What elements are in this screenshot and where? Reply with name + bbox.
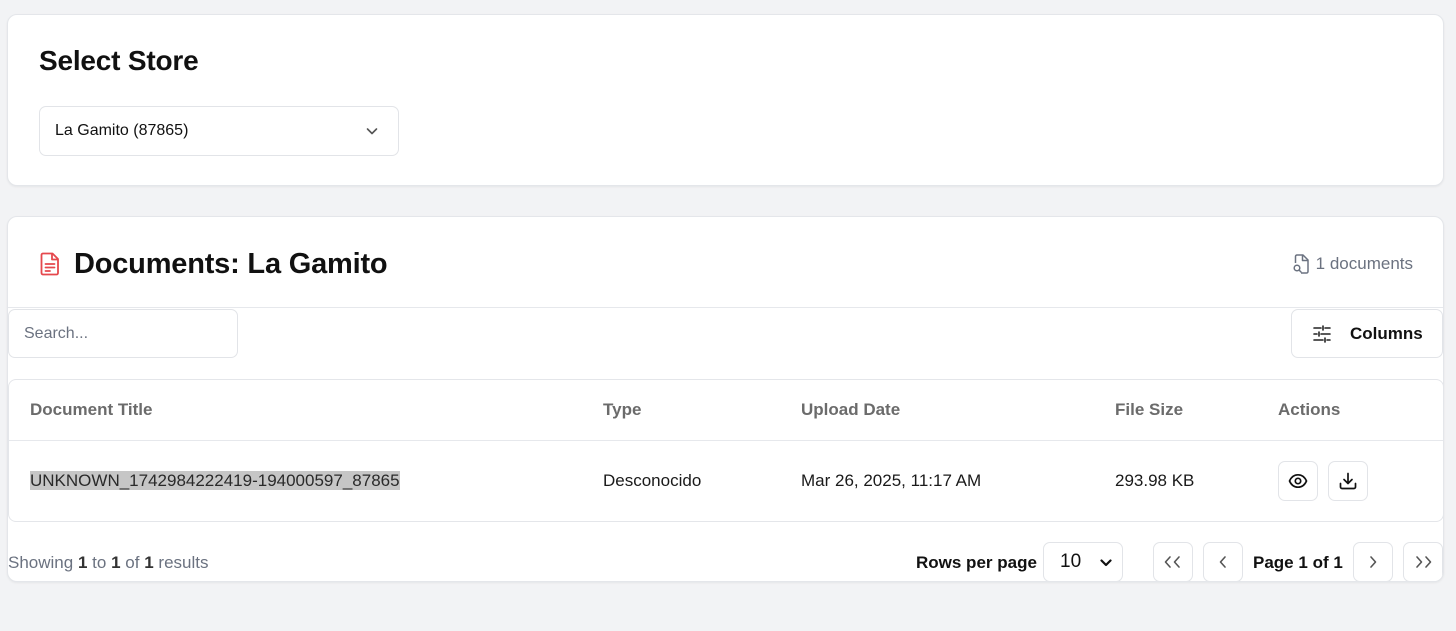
results-to-word: to: [92, 553, 107, 572]
store-section-title: Select Store: [39, 45, 199, 76]
column-header-actions: Actions: [1278, 380, 1443, 441]
columns-button[interactable]: Columns: [1291, 309, 1443, 358]
documents-table: Document Title Type Upload Date File Siz…: [9, 380, 1443, 521]
chevron-left-icon: [1219, 556, 1226, 568]
rows-per-page-select[interactable]: 10: [1043, 542, 1123, 581]
total-pages: 1: [1333, 553, 1343, 572]
document-file-size-cell: 293.98 KB: [1115, 470, 1195, 490]
store-select-dropdown[interactable]: La Gamito (87865): [39, 106, 399, 156]
rows-per-page-label: Rows per page: [916, 553, 1037, 572]
results-summary: Showing 1 to 1 of 1 results: [8, 553, 208, 573]
last-page-button[interactable]: [1403, 542, 1443, 581]
columns-button-label: Columns: [1350, 323, 1423, 343]
chevrons-right-icon: [1416, 556, 1432, 568]
document-count: 1 documents: [1292, 254, 1413, 274]
page-indicator: Page 1 of 1: [1253, 553, 1343, 573]
download-icon: [1339, 472, 1357, 490]
page-of-word: of: [1312, 553, 1329, 572]
document-title-text: UNKNOWN_1742984222419-194000597_87865: [30, 470, 400, 490]
document-actions-cell: [1278, 440, 1443, 521]
eye-icon: [1288, 473, 1308, 488]
table-row: UNKNOWN_1742984222419-194000597_87865 De…: [9, 440, 1443, 521]
showing-prefix: Showing: [8, 553, 74, 572]
previous-page-button[interactable]: [1203, 542, 1243, 581]
chevron-right-icon: [1370, 556, 1377, 568]
documents-card: Documents: La Gamito 1 documents Columns: [7, 216, 1444, 582]
column-header-file-size[interactable]: File Size: [1115, 380, 1278, 441]
view-document-button[interactable]: [1278, 460, 1318, 501]
sliders-icon: [1313, 324, 1331, 343]
column-header-type[interactable]: Type: [603, 380, 801, 441]
documents-header: Documents: La Gamito 1 documents: [8, 217, 1443, 308]
column-header-upload-date[interactable]: Upload Date: [801, 380, 1115, 441]
column-header-title[interactable]: Document Title: [9, 380, 603, 441]
results-total: 1: [144, 553, 154, 572]
file-search-icon: [1293, 254, 1309, 274]
selected-store-value: La Gamito (87865): [55, 122, 189, 139]
documents-title: Documents: La Gamito: [74, 248, 388, 280]
document-type-cell: Desconocido: [603, 470, 702, 490]
download-document-button[interactable]: [1328, 460, 1368, 501]
next-page-button[interactable]: [1353, 542, 1393, 581]
results-from: 1: [77, 553, 88, 572]
document-count-label: 1 documents: [1315, 254, 1413, 273]
file-text-icon: [40, 252, 59, 276]
page-word: Page: [1253, 553, 1294, 572]
current-page: 1: [1298, 553, 1308, 572]
results-to: 1: [111, 553, 121, 572]
search-input[interactable]: [8, 309, 238, 358]
results-word: results: [158, 553, 209, 572]
rows-per-page-value: 10: [1060, 551, 1082, 572]
first-page-button[interactable]: [1153, 542, 1193, 581]
chevron-down-icon: [1100, 559, 1112, 567]
store-selection-card: Select Store La Gamito (87865): [7, 14, 1444, 186]
table-header-row: Document Title Type Upload Date File Siz…: [9, 380, 1443, 441]
chevrons-left-icon: [1164, 556, 1180, 568]
document-title-cell[interactable]: UNKNOWN_1742984222419-194000597_87865: [9, 440, 603, 521]
documents-table-container: Document Title Type Upload Date File Siz…: [8, 379, 1443, 522]
chevron-down-icon: [366, 128, 378, 135]
results-of-word: of: [125, 553, 140, 572]
document-upload-date-cell: Mar 26, 2025, 11:17 AM: [801, 470, 982, 490]
table-footer: Showing 1 to 1 of 1 results Rows per pag…: [8, 537, 1443, 581]
